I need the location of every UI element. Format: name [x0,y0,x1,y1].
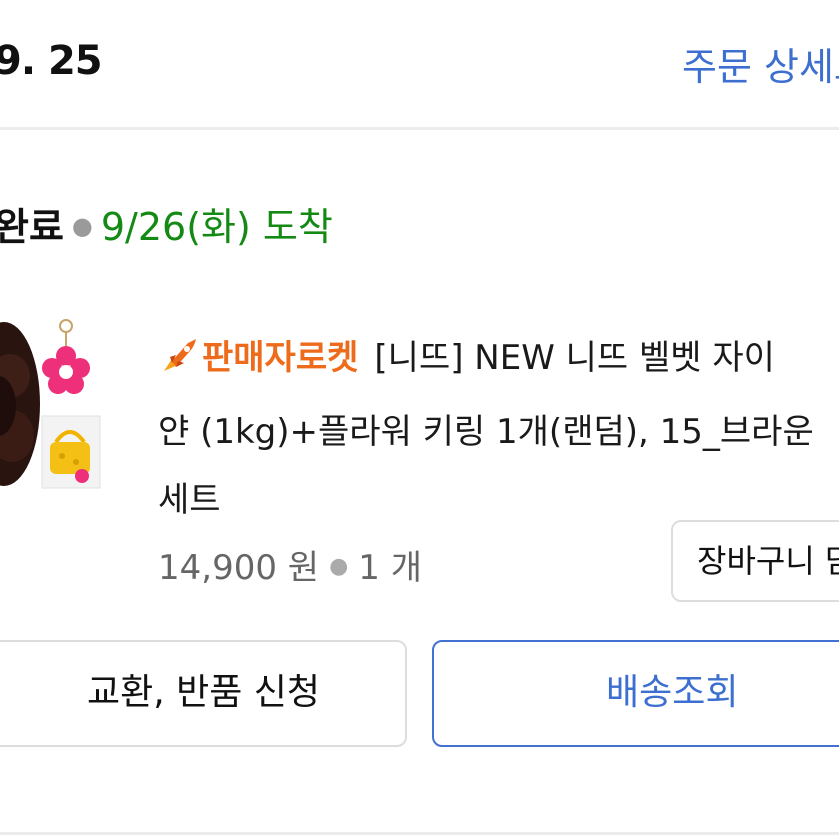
divider [0,127,839,130]
return-exchange-button[interactable]: 교환, 반품 신청 [0,640,407,747]
product-name-text-2: 얀 (1kg)+플라워 키링 1개(랜덤), 15_브라운 [158,412,814,452]
product-quantity: 1 개 [358,548,422,588]
product-thumbnail[interactable] [0,316,106,500]
product-name-line: 얀 (1kg)+플라워 키링 1개(랜덤), 15_브라운 [158,398,839,466]
product-name-line: 판매자로켓 [니뜨] NEW 니뜨 벨벳 자이 [158,324,839,398]
arrival-date: 9/26(화) 도착 [100,205,333,249]
delivery-tracking-button[interactable]: 배송조회 [432,640,839,747]
order-detail-link[interactable]: 주문 상세보 [682,36,839,91]
order-date: 9. 25 [0,38,103,84]
divider [0,832,839,835]
separator-dot: ● [329,554,349,579]
product-name-text-1: [니뜨] NEW 니뜨 벨벳 자이 [374,338,775,378]
order-card: 9. 25 주문 상세보 완료●9/26(화) 도착 [0,0,839,839]
product-price: 14,900 원 [158,548,320,588]
add-to-cart-button[interactable]: 장바구니 담 [671,520,839,602]
product-image [0,319,101,489]
product-name-text-3: 세트 [158,480,221,520]
seller-rocket-badge: 판매자로켓 [202,338,359,378]
delivery-status-text: 완료 [0,205,64,249]
price-quantity: 14,900 원 ● 1 개 [158,540,422,589]
separator-dot: ● [71,212,93,240]
delivery-status: 완료 ● 9/26(화) 도착 [0,196,333,251]
rocket-icon [158,330,200,398]
product-name[interactable]: 판매자로켓 [니뜨] NEW 니뜨 벨벳 자이 얀 (1kg)+플라워 키링 1개… [158,324,839,534]
